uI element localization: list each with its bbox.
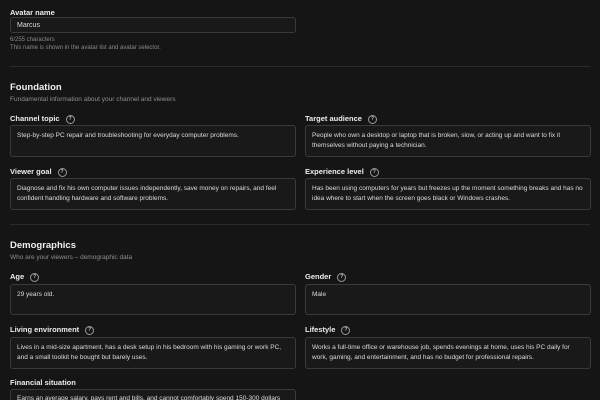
living-environment-label: Living environment? <box>10 325 95 335</box>
experience-level-label: Experience level? <box>305 167 379 177</box>
target-audience-label: Target audience? <box>305 114 377 124</box>
gender-text: Gender <box>305 272 332 281</box>
divider <box>10 66 590 67</box>
channel-topic-input[interactable]: Step-by-step PC repair and troubleshooti… <box>10 125 296 157</box>
age-input[interactable]: 29 years old. <box>10 284 296 315</box>
gender-label: Gender? <box>305 272 347 282</box>
experience-level-input[interactable]: Has been using computers for years but f… <box>305 178 591 210</box>
demographics-title: Demographics <box>10 240 76 251</box>
age-text: Age <box>10 272 25 281</box>
avatar-help-text: This name is shown in the avatar list an… <box>10 45 161 51</box>
foundation-subtitle: Fundamental information about your chann… <box>10 96 176 103</box>
avatar-name-label: Avatar name <box>10 8 55 17</box>
help-icon[interactable]: ? <box>65 114 75 124</box>
channel-topic-text: Channel topic <box>10 114 60 123</box>
avatar-name-input[interactable]: Marcus <box>10 17 296 33</box>
viewer-goal-input[interactable]: Diagnose and fix his own computer issues… <box>10 178 296 210</box>
help-icon[interactable]: ? <box>85 325 95 335</box>
lifestyle-input[interactable]: Works a full-time office or warehouse jo… <box>305 337 591 369</box>
lifestyle-text: Lifestyle <box>305 325 336 334</box>
target-audience-input[interactable]: People who own a desktop or laptop that … <box>305 125 591 157</box>
lifestyle-label: Lifestyle? <box>305 325 351 335</box>
help-icon[interactable]: ? <box>341 325 351 335</box>
avatar-char-count: 6/255 characters <box>10 37 55 43</box>
divider <box>10 224 590 225</box>
living-environment-text: Living environment <box>10 325 80 334</box>
gender-input[interactable]: Male <box>305 284 591 315</box>
viewer-goal-text: Viewer goal <box>10 167 52 176</box>
help-icon[interactable]: ? <box>369 167 379 177</box>
financial-situation-label: Financial situation <box>10 378 76 387</box>
demographics-subtitle: Who are your viewers – demographic data <box>10 254 133 261</box>
foundation-title: Foundation <box>10 82 62 93</box>
financial-situation-input[interactable]: Earns an average salary, pays rent and b… <box>10 389 296 400</box>
experience-level-text: Experience level <box>305 167 364 176</box>
help-icon[interactable]: ? <box>337 272 347 282</box>
age-label: Age? <box>10 272 40 282</box>
channel-topic-label: Channel topic? <box>10 114 75 124</box>
viewer-goal-label: Viewer goal? <box>10 167 67 177</box>
living-environment-input[interactable]: Lives in a mid-size apartment, has a des… <box>10 337 296 369</box>
help-icon[interactable]: ? <box>57 167 67 177</box>
target-audience-text: Target audience <box>305 114 362 123</box>
help-icon[interactable]: ? <box>30 272 40 282</box>
help-icon[interactable]: ? <box>367 114 377 124</box>
financial-situation-text: Financial situation <box>10 378 76 387</box>
